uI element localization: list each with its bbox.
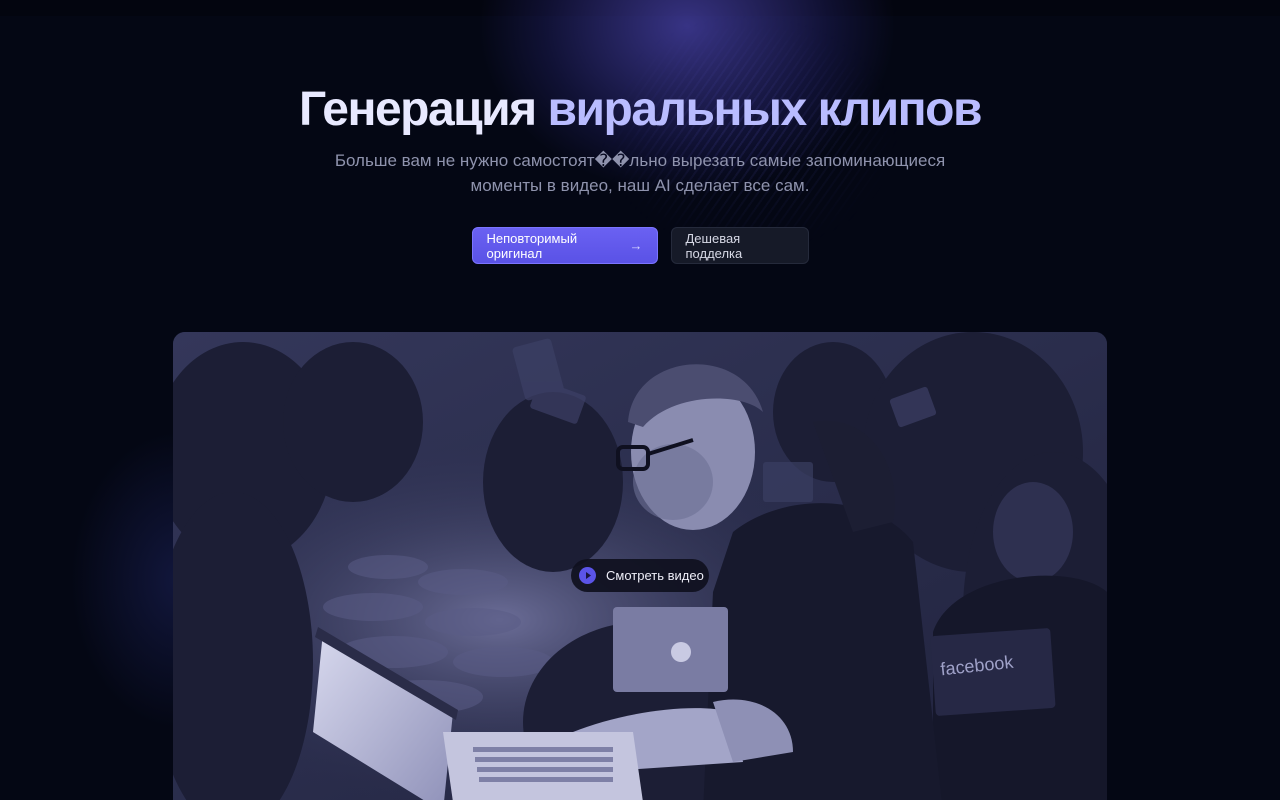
video-preview[interactable]: facebook Смотреть видео: [173, 332, 1107, 800]
play-icon: [579, 567, 596, 584]
hero-subtitle: Больше вам не нужно самостоят��льно выре…: [334, 151, 946, 195]
original-button[interactable]: Неповторимый оригинал →: [471, 227, 658, 264]
top-bar: [0, 0, 1280, 16]
watch-video-button[interactable]: Смотреть видео: [571, 559, 709, 592]
fake-button-label: Дешевая подделка: [685, 230, 743, 261]
arrow-right-icon: →: [629, 238, 643, 253]
hero-title-accent: виральных клипов: [547, 83, 983, 136]
hero-title: Генерация виральных клипов: [0, 80, 1280, 140]
landing-page: Генерация виральных клипов Больше вам не…: [0, 0, 1280, 800]
hero-section: Генерация виральных клипов Больше вам не…: [0, 80, 1280, 198]
fake-button[interactable]: Дешевая подделка: [670, 227, 809, 264]
hero-actions: Неповторимый оригинал → Дешевая подделка: [0, 227, 1280, 264]
watch-video-label: Смотреть видео: [606, 568, 704, 583]
hero-title-part1: Генерация: [298, 83, 548, 136]
original-button-label: Неповторимый оригинал: [486, 230, 578, 261]
